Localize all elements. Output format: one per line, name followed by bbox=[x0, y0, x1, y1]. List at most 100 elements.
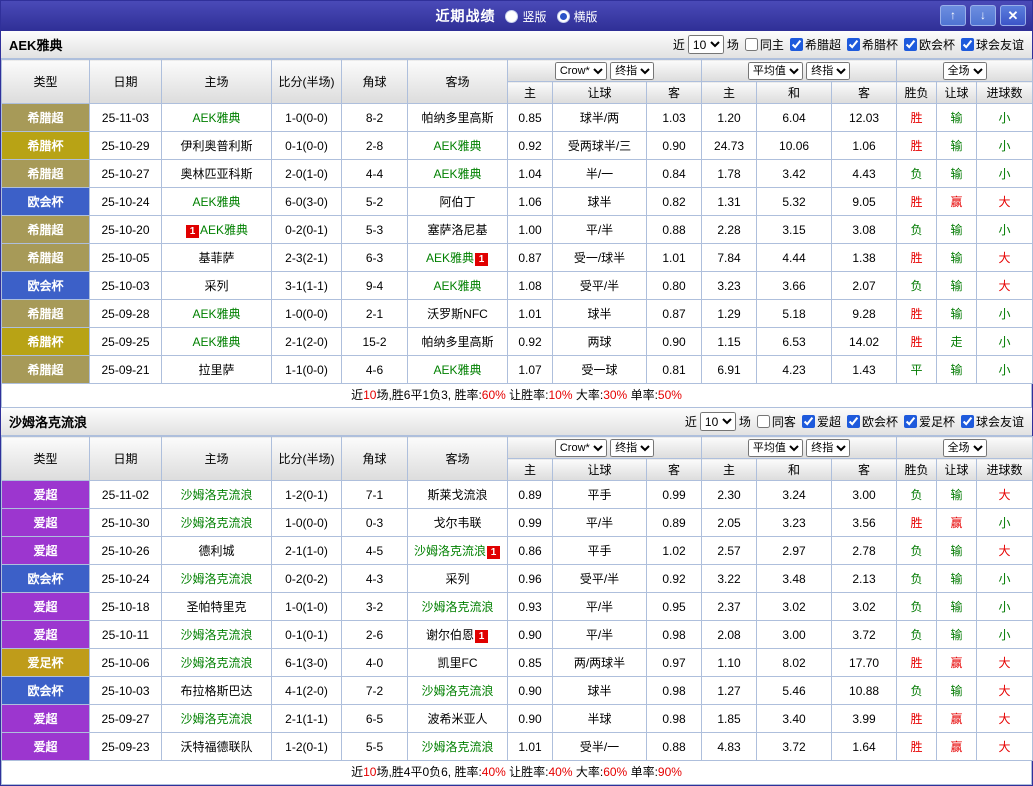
away-team-cell[interactable]: 波希米亚人 bbox=[407, 704, 508, 733]
team-link[interactable]: 沙姆洛克流浪 bbox=[421, 600, 493, 614]
team-link[interactable]: 沙姆洛克流浪 bbox=[414, 544, 486, 558]
team-link[interactable]: AEK雅典 bbox=[433, 279, 481, 293]
home-team-cell[interactable]: 沙姆洛克流浪 bbox=[161, 648, 272, 677]
away-team-cell[interactable]: 谢尔伯恩 1 bbox=[407, 620, 508, 649]
away-team-cell[interactable]: 凯里FC bbox=[407, 648, 508, 677]
team-link[interactable]: 沙姆洛克流浪 bbox=[180, 712, 252, 726]
league-input[interactable] bbox=[960, 38, 974, 51]
away-team-cell[interactable]: AEK雅典 bbox=[407, 271, 508, 300]
home-team-cell[interactable]: 伊利奥普利斯 bbox=[161, 131, 272, 160]
home-team-cell[interactable]: 沙姆洛克流浪 bbox=[161, 508, 272, 537]
away-team-cell[interactable]: 戈尔韦联 bbox=[407, 508, 508, 537]
team-link[interactable]: 沃罗斯NFC bbox=[427, 307, 488, 321]
team-link[interactable]: 沙姆洛克流浪 bbox=[180, 628, 252, 642]
match-count-select[interactable]: 10 bbox=[699, 412, 736, 431]
team-link[interactable]: AEK雅典 bbox=[200, 223, 248, 237]
away-team-cell[interactable]: 沃罗斯NFC bbox=[407, 299, 508, 328]
away-team-cell[interactable]: AEK雅典 bbox=[407, 159, 508, 188]
away-team-cell[interactable]: 沙姆洛克流浪 bbox=[407, 676, 508, 705]
close-button[interactable]: ✕ bbox=[1000, 5, 1026, 26]
bookmaker-select[interactable]: Crow* bbox=[554, 61, 607, 80]
home-team-cell[interactable]: 1 AEK雅典 bbox=[161, 215, 272, 244]
match-count-select[interactable]: 10 bbox=[687, 35, 724, 54]
team-link[interactable]: 布拉格斯巴达 bbox=[180, 684, 252, 698]
away-team-cell[interactable]: 塞萨洛尼基 bbox=[407, 215, 508, 244]
same-venue-input[interactable] bbox=[756, 415, 770, 428]
home-team-cell[interactable]: 采列 bbox=[161, 271, 272, 300]
layout-radio-horizontal[interactable]: 横版 bbox=[556, 8, 598, 25]
home-team-cell[interactable]: AEK雅典 bbox=[161, 187, 272, 216]
away-team-cell[interactable]: 帕纳多里高斯 bbox=[407, 103, 508, 132]
away-team-cell[interactable]: 沙姆洛克流浪 bbox=[407, 592, 508, 621]
league-input[interactable] bbox=[846, 38, 860, 51]
home-team-cell[interactable]: 沙姆洛克流浪 bbox=[161, 480, 272, 509]
league-input[interactable] bbox=[960, 415, 974, 428]
team-link[interactable]: 德利城 bbox=[198, 544, 234, 558]
team-link[interactable]: 凯里FC bbox=[438, 656, 478, 670]
team-link[interactable]: 戈尔韦联 bbox=[433, 516, 481, 530]
team-link[interactable]: AEK雅典 bbox=[192, 195, 240, 209]
team-link[interactable]: 斯莱戈流浪 bbox=[427, 488, 487, 502]
team-link[interactable]: 沙姆洛克流浪 bbox=[421, 684, 493, 698]
team-link[interactable]: 采列 bbox=[445, 572, 469, 586]
league-checkbox[interactable]: 爱足杯 bbox=[901, 413, 955, 430]
same-venue-checkbox[interactable]: 同客 bbox=[754, 413, 796, 430]
away-team-cell[interactable]: AEK雅典 bbox=[407, 355, 508, 384]
league-checkbox[interactable]: 球会友谊 bbox=[958, 413, 1024, 430]
league-input[interactable] bbox=[789, 38, 803, 51]
league-checkbox[interactable]: 球会友谊 bbox=[958, 36, 1024, 53]
radio-dot-icon[interactable] bbox=[505, 9, 519, 23]
away-team-cell[interactable]: 采列 bbox=[407, 564, 508, 593]
league-checkbox[interactable]: 欧会杯 bbox=[901, 36, 955, 53]
away-team-cell[interactable]: 沙姆洛克流浪 bbox=[407, 732, 508, 761]
team-link[interactable]: AEK雅典 bbox=[192, 335, 240, 349]
team-link[interactable]: 拉里萨 bbox=[198, 363, 234, 377]
home-team-cell[interactable]: 布拉格斯巴达 bbox=[161, 676, 272, 705]
team-link[interactable]: 阿伯丁 bbox=[439, 195, 475, 209]
team-link[interactable]: 帕纳多里高斯 bbox=[421, 111, 493, 125]
team-link[interactable]: AEK雅典 bbox=[426, 251, 474, 265]
away-team-cell[interactable]: 帕纳多里高斯 bbox=[407, 327, 508, 356]
home-team-cell[interactable]: 德利城 bbox=[161, 536, 272, 565]
home-team-cell[interactable]: 基菲萨 bbox=[161, 243, 272, 272]
team-link[interactable]: 奥林匹亚科斯 bbox=[180, 167, 252, 181]
team-link[interactable]: 帕纳多里高斯 bbox=[421, 335, 493, 349]
league-input[interactable] bbox=[903, 38, 917, 51]
move-down-button[interactable]: ↓ bbox=[970, 5, 996, 26]
team-link[interactable]: 沙姆洛克流浪 bbox=[180, 516, 252, 530]
move-up-button[interactable]: ↑ bbox=[940, 5, 966, 26]
home-team-cell[interactable]: 沙姆洛克流浪 bbox=[161, 564, 272, 593]
home-team-cell[interactable]: AEK雅典 bbox=[161, 103, 272, 132]
team-link[interactable]: AEK雅典 bbox=[433, 139, 481, 153]
team-link[interactable]: 采列 bbox=[204, 279, 228, 293]
league-input[interactable] bbox=[903, 415, 917, 428]
odds-stage-select-2[interactable]: 终指 bbox=[806, 61, 851, 80]
home-team-cell[interactable]: 沙姆洛克流浪 bbox=[161, 704, 272, 733]
layout-radio-vertical[interactable]: 竖版 bbox=[505, 8, 547, 25]
home-team-cell[interactable]: AEK雅典 bbox=[161, 327, 272, 356]
team-link[interactable]: 波希米亚人 bbox=[427, 712, 487, 726]
away-team-cell[interactable]: 阿伯丁 bbox=[407, 187, 508, 216]
league-input[interactable] bbox=[801, 415, 815, 428]
team-link[interactable]: 沃特福德联队 bbox=[180, 740, 252, 754]
team-link[interactable]: 基菲萨 bbox=[198, 251, 234, 265]
average-select[interactable]: 平均值 bbox=[747, 438, 803, 457]
away-team-cell[interactable]: AEK雅典 bbox=[407, 131, 508, 160]
away-team-cell[interactable]: AEK雅典 1 bbox=[407, 243, 508, 272]
team-link[interactable]: 谢尔伯恩 bbox=[426, 628, 474, 642]
scope-select[interactable]: 全场 bbox=[942, 438, 987, 457]
home-team-cell[interactable]: AEK雅典 bbox=[161, 299, 272, 328]
away-team-cell[interactable]: 沙姆洛克流浪 1 bbox=[407, 536, 508, 565]
same-venue-checkbox[interactable]: 同主 bbox=[742, 36, 784, 53]
league-checkbox[interactable]: 希腊超 bbox=[787, 36, 841, 53]
team-link[interactable]: AEK雅典 bbox=[192, 111, 240, 125]
team-link[interactable]: 圣帕特里克 bbox=[186, 600, 246, 614]
team-link[interactable]: AEK雅典 bbox=[433, 363, 481, 377]
team-link[interactable]: 伊利奥普利斯 bbox=[180, 139, 252, 153]
home-team-cell[interactable]: 沃特福德联队 bbox=[161, 732, 272, 761]
league-input[interactable] bbox=[846, 415, 860, 428]
home-team-cell[interactable]: 拉里萨 bbox=[161, 355, 272, 384]
average-select[interactable]: 平均值 bbox=[747, 61, 803, 80]
team-link[interactable]: AEK雅典 bbox=[192, 307, 240, 321]
away-team-cell[interactable]: 斯莱戈流浪 bbox=[407, 480, 508, 509]
